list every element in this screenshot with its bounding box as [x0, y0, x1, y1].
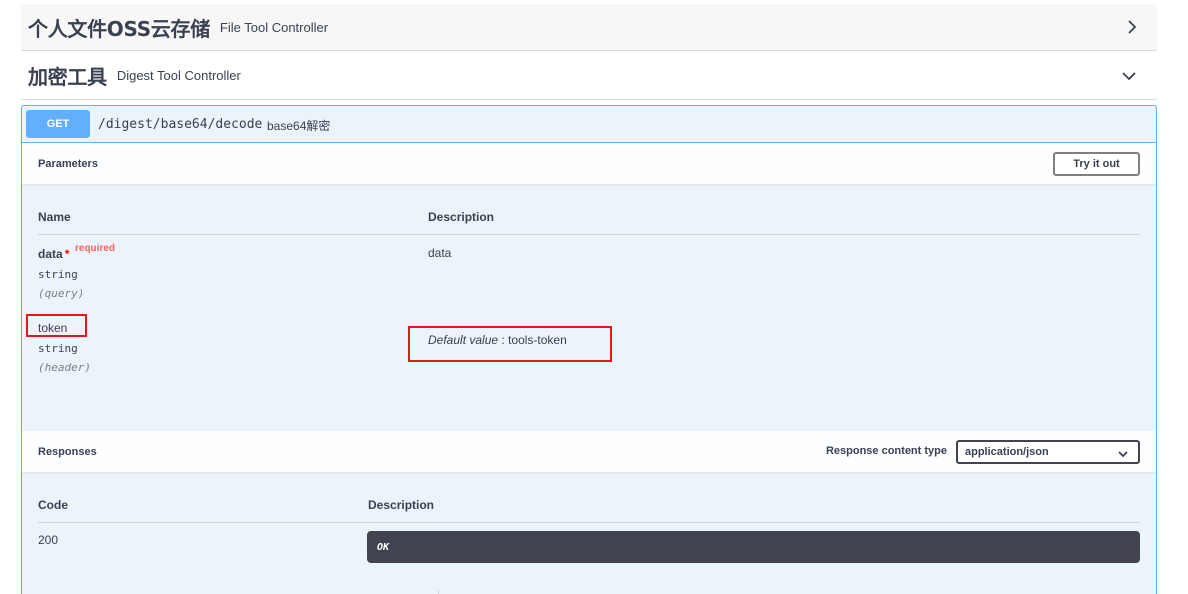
param-name-data: data * [38, 247, 70, 261]
parameters-header: Parameters Try it out [22, 143, 1156, 184]
operation-summary[interactable]: GET /digest/base64/decode base64解密 [22, 106, 1156, 143]
try-it-out-button[interactable]: Try it out [1053, 152, 1140, 176]
chevron-down-icon[interactable] [1121, 71, 1137, 81]
param-description-data: data [428, 246, 452, 260]
tag-description: Digest Tool Controller [116, 68, 241, 83]
chevron-right-icon[interactable] [1127, 19, 1137, 35]
tag-section-file-tool[interactable]: 个人文件OSS云存储 File Tool Controller [21, 4, 1157, 51]
operation-summary-text: base64解密 [267, 119, 331, 133]
default-value: tools-token [508, 333, 567, 347]
tag-title: 加密工具 [28, 65, 107, 89]
response-col-code: Code [38, 498, 68, 512]
required-label: required [75, 243, 116, 254]
response-content-type-label: Response content type [825, 445, 947, 457]
param-type-data: string [38, 268, 78, 281]
tag-title: 个人文件OSS云存储 [28, 16, 210, 41]
response-description-box: OK [367, 531, 1140, 563]
responses-title: Responses [38, 445, 97, 458]
tag-section-digest-tool[interactable]: 加密工具 Digest Tool Controller [21, 52, 1157, 100]
method-badge: GET [26, 110, 90, 138]
param-in-data: (query) [38, 287, 85, 300]
param-col-description: Description [428, 210, 495, 224]
default-value-label: Default value [428, 333, 499, 347]
param-type-token: string [38, 342, 78, 355]
param-col-name: Name [38, 210, 71, 224]
parameters-title: Parameters [38, 157, 98, 170]
response-divider [38, 522, 1140, 523]
divider-tick [438, 590, 439, 594]
chevron-down-icon [1118, 449, 1128, 461]
param-divider [38, 234, 1140, 235]
param-in-token: (header) [38, 361, 91, 374]
response-content-type-select[interactable]: application/json [956, 440, 1140, 464]
param-default-value: Default value : tools-token [428, 333, 567, 347]
operation-path: /digest/base64/decode [98, 117, 263, 132]
responses-header: Responses Response content type applicat… [22, 431, 1156, 472]
response-code: 200 [38, 533, 59, 547]
response-content-type-value: application/json [965, 446, 1049, 458]
response-description: OK [377, 541, 390, 553]
required-star: * [64, 247, 70, 261]
operation-block: GET /digest/base64/decode base64解密 Param… [21, 105, 1157, 594]
response-col-description: Description [368, 498, 435, 512]
tag-description: File Tool Controller [219, 19, 329, 35]
param-name-token: token [38, 321, 68, 335]
